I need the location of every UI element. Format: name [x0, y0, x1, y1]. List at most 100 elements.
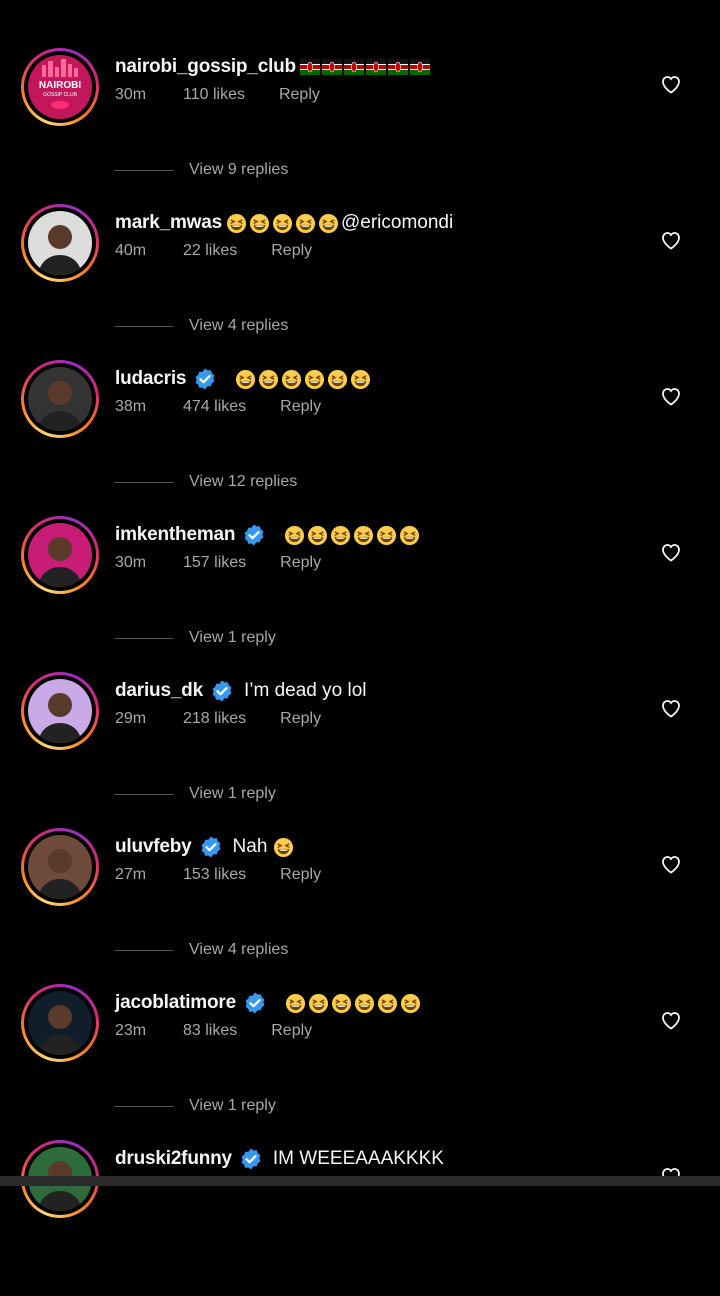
grinning-squinting-face-icon — [353, 525, 374, 546]
view-replies-label[interactable]: View 1 reply — [189, 629, 276, 647]
avatar[interactable] — [28, 211, 92, 275]
likes-count[interactable]: 218 likes — [183, 710, 246, 728]
emoji-group — [285, 993, 423, 1014]
avatar[interactable] — [28, 835, 92, 899]
reply-button[interactable]: Reply — [271, 242, 312, 260]
comment-header: mark_mwas @ericomondi — [115, 208, 453, 238]
view-replies-button[interactable]: View 1 reply — [115, 629, 276, 647]
avatar-story-ring[interactable] — [21, 672, 99, 750]
grinning-squinting-face-icon — [258, 369, 279, 390]
grinning-squinting-face-icon — [331, 993, 352, 1014]
replies-divider — [115, 325, 173, 327]
replies-divider — [115, 793, 173, 795]
view-replies-label[interactable]: View 4 replies — [189, 941, 288, 959]
username[interactable]: ludacris — [115, 368, 186, 390]
grinning-squinting-face-icon — [399, 525, 420, 546]
heart-icon[interactable] — [659, 852, 683, 876]
heart-icon[interactable] — [659, 72, 683, 96]
emoji-group — [235, 369, 373, 390]
comment-meta: 30m 110 likes Reply — [115, 86, 320, 104]
avatar-story-ring[interactable] — [21, 984, 99, 1062]
likes-count[interactable]: 110 likes — [183, 86, 245, 104]
reply-button[interactable]: Reply — [279, 86, 320, 104]
username[interactable]: nairobi_gossip_club — [115, 56, 296, 78]
replies-divider — [115, 481, 173, 483]
heart-icon[interactable] — [659, 1008, 683, 1032]
comment-row: darius_dk I’m dead yo lol 29m 218 likes Repl… — [0, 672, 720, 828]
verified-badge-icon — [239, 1147, 263, 1171]
likes-count[interactable]: 83 likes — [183, 1022, 237, 1040]
view-replies-button[interactable]: View 12 replies — [115, 473, 297, 491]
view-replies-label[interactable]: View 1 reply — [189, 785, 276, 803]
comment-meta: 29m 218 likes Reply — [115, 710, 321, 728]
view-replies-button[interactable]: View 4 replies — [115, 941, 288, 959]
grinning-squinting-face-icon — [354, 993, 375, 1014]
reply-button[interactable]: Reply — [280, 866, 321, 884]
username[interactable]: jacoblatimore — [115, 992, 236, 1014]
comment-age: 29m — [115, 710, 147, 727]
likes-count[interactable]: 157 likes — [183, 554, 246, 572]
view-replies-label[interactable]: View 4 replies — [189, 317, 288, 335]
avatar-story-ring[interactable] — [21, 204, 99, 282]
username[interactable]: druski2funny — [115, 1148, 232, 1170]
heart-icon[interactable] — [659, 540, 683, 564]
heart-icon[interactable] — [659, 696, 683, 720]
avatar-story-ring[interactable] — [21, 516, 99, 594]
username[interactable]: imkentheman — [115, 524, 235, 546]
view-replies-button[interactable]: View 1 reply — [115, 785, 276, 803]
reply-button[interactable]: Reply — [280, 398, 321, 416]
avatar-logo-subtext: GOSSIP CLUB — [43, 92, 77, 98]
view-replies-button[interactable]: View 4 replies — [115, 317, 288, 335]
grinning-squinting-face-icon — [284, 525, 305, 546]
comment-meta: 27m 153 likes Reply — [115, 866, 321, 884]
comment-row: NAIROBI GOSSIP CLUB nairobi_gossip_club 30m… — [0, 48, 720, 204]
username[interactable]: mark_mwas — [115, 212, 222, 234]
heart-icon[interactable] — [659, 384, 683, 408]
comment-header: uluvfeby Nah — [115, 832, 296, 862]
likes-count[interactable]: 153 likes — [183, 866, 246, 884]
heart-icon[interactable] — [659, 228, 683, 252]
grinning-squinting-face-icon — [400, 993, 421, 1014]
verified-badge-icon — [210, 679, 234, 703]
grinning-squinting-face-icon — [327, 369, 348, 390]
username[interactable]: darius_dk — [115, 680, 203, 702]
comment-age: 27m — [115, 866, 147, 883]
avatar[interactable] — [28, 523, 92, 587]
comment-row: druski2funny IM WEEEAAAKKKK — [0, 1140, 720, 1296]
comment-header: ludacris — [115, 364, 373, 394]
view-replies-label[interactable]: View 9 replies — [189, 161, 288, 179]
view-replies-button[interactable]: View 9 replies — [115, 161, 288, 179]
grinning-squinting-face-icon — [272, 213, 293, 234]
verified-badge-icon — [193, 367, 217, 391]
grinning-squinting-face-icon — [304, 369, 325, 390]
avatar[interactable]: NAIROBI GOSSIP CLUB — [28, 55, 92, 119]
view-replies-label[interactable]: View 12 replies — [189, 473, 297, 491]
grinning-squinting-face-icon — [308, 993, 329, 1014]
emoji-group — [284, 525, 422, 546]
username[interactable]: uluvfeby — [115, 836, 192, 858]
comment-text: IM WEEEAAAKKKK — [272, 1148, 444, 1169]
grinning-squinting-face-icon — [273, 837, 294, 858]
avatar-story-ring[interactable]: NAIROBI GOSSIP CLUB — [21, 48, 99, 126]
comment-age: 23m — [115, 1022, 147, 1039]
comment-meta: 23m 83 likes Reply — [115, 1022, 312, 1040]
reply-button[interactable]: Reply — [271, 1022, 312, 1040]
view-replies-label[interactable]: View 1 reply — [189, 1097, 276, 1115]
comment-text: @ericomondi — [341, 212, 454, 233]
avatar-story-ring[interactable] — [21, 360, 99, 438]
avatar[interactable] — [28, 367, 92, 431]
likes-count[interactable]: 22 likes — [183, 242, 237, 260]
grinning-squinting-face-icon — [295, 213, 316, 234]
comment-meta: 38m 474 likes Reply — [115, 398, 321, 416]
reply-button[interactable]: Reply — [280, 710, 321, 728]
comment-age: 30m — [115, 554, 147, 571]
replies-divider — [115, 1105, 173, 1107]
avatar[interactable] — [28, 679, 92, 743]
grinning-squinting-face-icon — [281, 369, 302, 390]
avatar[interactable] — [28, 991, 92, 1055]
avatar-story-ring[interactable] — [21, 828, 99, 906]
reply-button[interactable]: Reply — [280, 554, 321, 572]
likes-count[interactable]: 474 likes — [183, 398, 246, 416]
view-replies-button[interactable]: View 1 reply — [115, 1097, 276, 1115]
comment-row: imkentheman 30m 157 likes Reply View 1 reply — [0, 516, 720, 672]
